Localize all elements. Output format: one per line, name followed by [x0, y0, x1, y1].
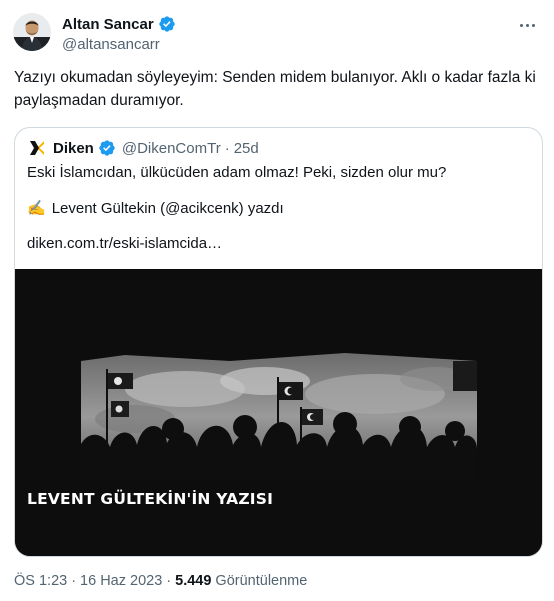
diken-logo-icon [27, 138, 47, 158]
tweet-text: Yazıyı okumadan söyleyeyim: Senden midem… [14, 69, 536, 109]
user-avatar-icon [13, 13, 51, 51]
writing-hand-icon: ✍️ [27, 200, 46, 217]
meta-separator-2: · [166, 573, 172, 589]
author-avatar[interactable] [13, 13, 51, 51]
tweet-time[interactable]: ÖS 1:23 [14, 573, 67, 589]
quoted-tweet[interactable]: Diken @DikenComTr · 25d Eski İslamcıdan,… [14, 127, 543, 557]
author-handle[interactable]: @altansancarr [62, 36, 176, 53]
author-info: Altan Sancar @altansancarr [62, 14, 176, 53]
quoted-image[interactable]: LEVENT GÜLTEKİN'İN YAZISI [15, 269, 542, 556]
tweet[interactable]: Altan Sancar @altansancarr Yazıyı okumad… [0, 0, 554, 601]
views-label: Görüntülenme [215, 573, 308, 589]
quoted-author-handle: @DikenComTr [121, 139, 221, 157]
tweet-meta: ÖS 1:23 · 16 Haz 2023 · 5.449 Görüntülen… [14, 573, 307, 589]
quoted-tweet-header: Diken @DikenComTr · 25d [27, 138, 259, 158]
verified-badge-icon [159, 16, 175, 32]
quoted-author-name[interactable]: Diken [53, 140, 94, 157]
quoted-link[interactable]: diken.com.tr/eski-islamcida… [27, 234, 222, 254]
crowd-flags-photo [15, 269, 542, 556]
views-count: 5.449 [175, 573, 212, 589]
quoted-verified-badge-icon [99, 140, 115, 156]
quoted-text-line1: Eski İslamcıdan, ülkücüden adam olmaz! P… [27, 164, 447, 181]
more-options-icon[interactable] [516, 16, 538, 34]
quoted-date[interactable]: 25d [234, 140, 259, 157]
tweet-date[interactable]: 16 Haz 2023 [80, 573, 162, 589]
image-caption: LEVENT GÜLTEKİN'İN YAZISI [27, 490, 274, 508]
separator-dot: · [224, 139, 230, 157]
quoted-byline: Levent Gültekin (@acikcenk) yazdı [51, 200, 284, 217]
author-name[interactable]: Altan Sancar [62, 16, 154, 33]
quoted-text-line2: ✍️ Levent Gültekin (@acikcenk) yazdı [27, 199, 284, 219]
meta-separator: · [71, 573, 77, 589]
